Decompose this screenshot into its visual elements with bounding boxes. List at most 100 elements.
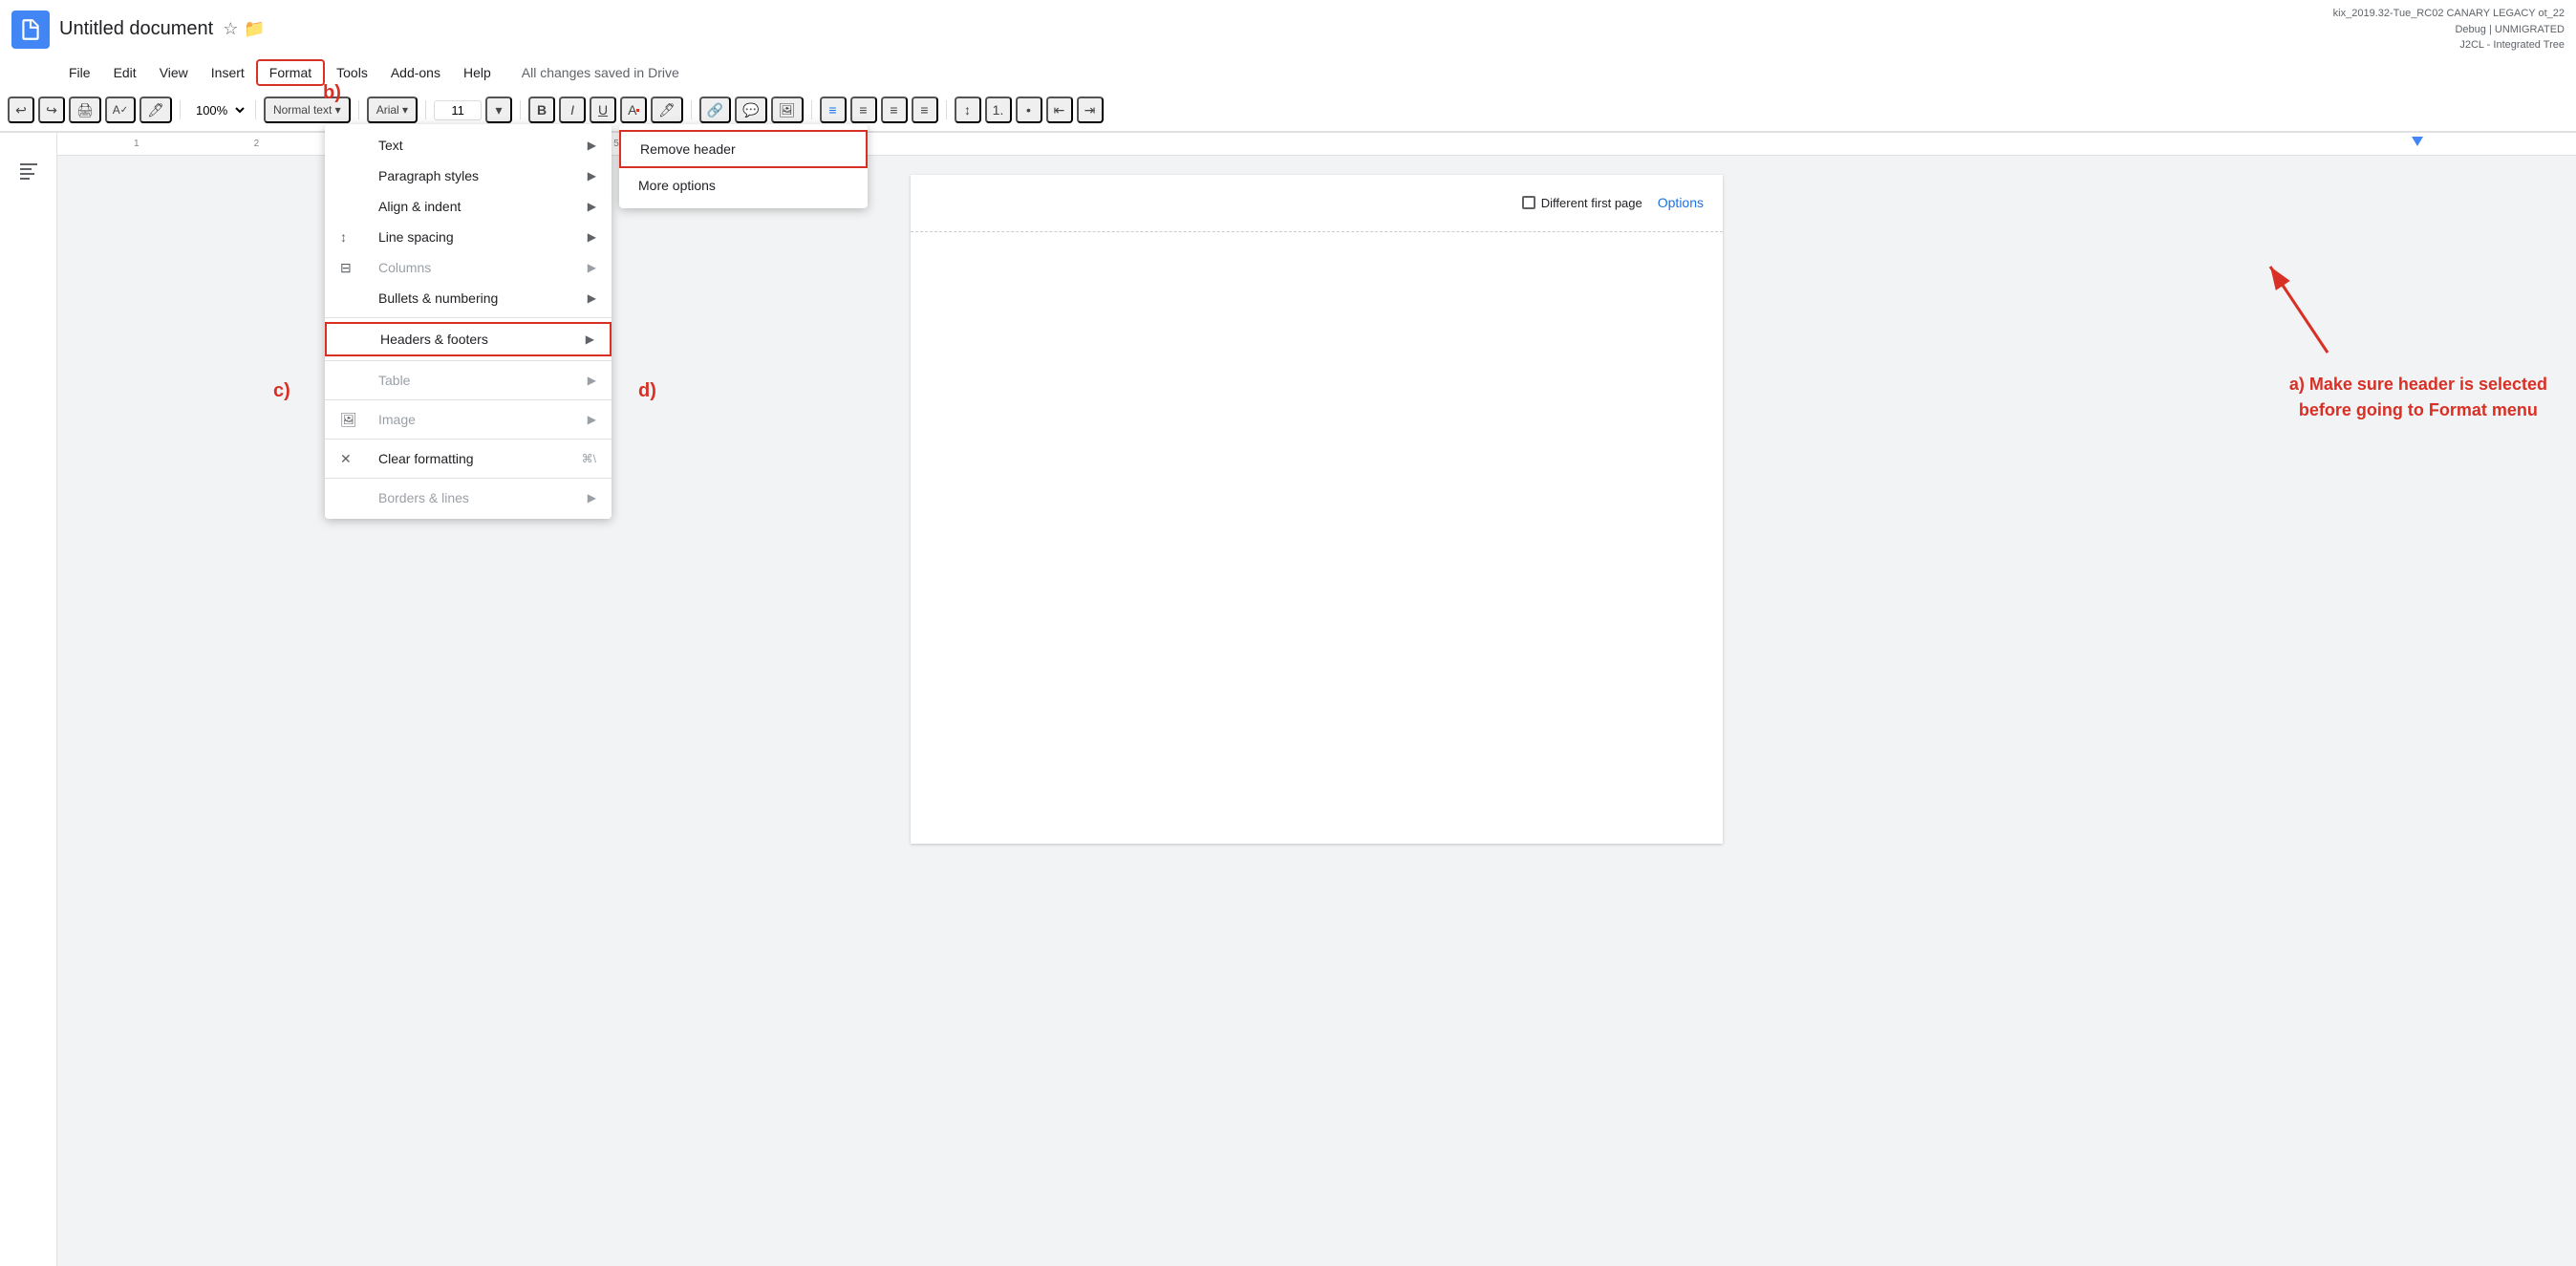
format-table-item[interactable]: Table ▶ xyxy=(325,365,612,396)
bold-button[interactable]: B xyxy=(528,97,555,123)
redo-button[interactable]: ↪ xyxy=(38,97,65,123)
more-options-label: More options xyxy=(638,178,716,193)
zoom-select[interactable]: 100% xyxy=(188,100,247,120)
options-link[interactable]: Options xyxy=(1658,195,1704,210)
toolbar-divider-5 xyxy=(520,100,521,119)
format-columns-item[interactable]: ⊟ Columns ▶ xyxy=(325,252,612,283)
header-options: Different first page Options xyxy=(1522,195,1704,210)
page-header-area: Different first page Options xyxy=(911,175,1723,232)
format-text-item[interactable]: Text ▶ xyxy=(325,130,612,161)
different-first-page-label: Different first page xyxy=(1541,196,1642,210)
toolbar-divider-7 xyxy=(811,100,812,119)
bullet-list-button[interactable]: • xyxy=(1016,97,1042,123)
print-button[interactable]: 🖨 xyxy=(69,97,101,123)
toolbar-divider-1 xyxy=(180,100,181,119)
format-align-item[interactable]: Align & indent ▶ xyxy=(325,191,612,222)
line-spacing-button[interactable]: ↕ xyxy=(955,97,981,123)
spellcheck-button[interactable]: A✓ xyxy=(105,97,136,123)
menu-divider-1 xyxy=(325,317,612,318)
different-first-page-control[interactable]: Different first page xyxy=(1522,196,1642,210)
align-justify-button[interactable]: ≡ xyxy=(912,97,938,123)
menu-format[interactable]: Format xyxy=(256,59,325,86)
remove-header-item[interactable]: Remove header xyxy=(619,130,868,168)
title-row: Untitled document ☆ 📁 kix_2019.32-Tue_RC… xyxy=(0,0,2576,55)
underline-button[interactable]: U xyxy=(590,97,616,123)
clear-format-icon: ✕ xyxy=(340,451,352,467)
menu-addons[interactable]: Add-ons xyxy=(379,61,452,84)
remove-header-label: Remove header xyxy=(640,141,736,157)
format-borders-label: Borders & lines xyxy=(378,490,469,505)
ruler-mark: 2 xyxy=(254,139,260,149)
comment-button[interactable]: 💬 xyxy=(735,97,766,123)
toolbar-divider-2 xyxy=(255,100,256,119)
ruler-marker xyxy=(2412,137,2423,146)
italic-button[interactable]: I xyxy=(559,97,586,123)
menu-file[interactable]: File xyxy=(57,61,102,84)
text-submenu-arrow: ▶ xyxy=(588,139,596,152)
image-icon: 🖼 xyxy=(340,412,357,428)
line-spacing-arrow: ▶ xyxy=(588,230,596,244)
format-columns-label: Columns xyxy=(378,260,431,275)
menu-edit[interactable]: Edit xyxy=(102,61,148,84)
format-clear-label: Clear formatting xyxy=(378,451,474,466)
sidebar-panel xyxy=(0,133,57,1266)
label-b: b) xyxy=(323,82,341,104)
align-left-button[interactable]: ≡ xyxy=(820,97,847,123)
bullets-arrow: ▶ xyxy=(588,291,596,305)
different-first-page-checkbox[interactable] xyxy=(1522,196,1535,209)
format-menu: Text ▶ Paragraph styles ▶ Align & indent… xyxy=(325,124,612,519)
more-options-item[interactable]: More options xyxy=(619,168,868,203)
format-borders-item[interactable]: Borders & lines ▶ xyxy=(325,483,612,513)
outline-icon-btn[interactable] xyxy=(10,152,48,190)
menu-insert[interactable]: Insert xyxy=(200,61,256,84)
format-headers-footers-label: Headers & footers xyxy=(380,332,488,347)
menu-tools[interactable]: Tools xyxy=(325,61,379,84)
folder-icon[interactable]: 📁 xyxy=(244,19,265,39)
align-center-button[interactable]: ≡ xyxy=(850,97,877,123)
title-icons: ☆ 📁 xyxy=(223,19,266,39)
star-icon[interactable]: ☆ xyxy=(223,19,238,39)
hf-submenu: Remove header More options xyxy=(619,124,868,208)
format-line-spacing-item[interactable]: ↕ Line spacing ▶ xyxy=(325,222,612,252)
font-size-dropdown[interactable]: ▾ xyxy=(485,97,512,123)
menu-divider-2 xyxy=(325,360,612,361)
numbered-list-button[interactable]: 1. xyxy=(985,97,1012,123)
menu-divider-3 xyxy=(325,399,612,400)
menu-help[interactable]: Help xyxy=(452,61,503,84)
toolbar-divider-8 xyxy=(946,100,947,119)
format-bullets-item[interactable]: Bullets & numbering ▶ xyxy=(325,283,612,313)
highlight-button[interactable]: 🖊 xyxy=(651,97,683,123)
menu-bar: File Edit View Insert Format Tools Add-o… xyxy=(0,55,2576,90)
indent-decrease-button[interactable]: ⇤ xyxy=(1046,97,1073,123)
table-arrow: ▶ xyxy=(588,374,596,387)
doc-icon xyxy=(11,11,50,49)
format-paragraph-styles-item[interactable]: Paragraph styles ▶ xyxy=(325,161,612,191)
image-arrow: ▶ xyxy=(588,413,596,426)
link-button[interactable]: 🔗 xyxy=(699,97,731,123)
format-image-item[interactable]: 🖼 Image ▶ xyxy=(325,404,612,435)
align-right-button[interactable]: ≡ xyxy=(881,97,908,123)
columns-arrow: ▶ xyxy=(588,261,596,274)
format-headers-footers-item[interactable]: Headers & footers ▶ xyxy=(325,322,612,356)
font-size-box[interactable]: 11 xyxy=(434,100,482,120)
document-page: Different first page Options xyxy=(911,175,1723,844)
toolbar-divider-4 xyxy=(425,100,426,119)
image-button[interactable]: 🖼 xyxy=(771,97,804,123)
undo-button[interactable]: ↩ xyxy=(8,97,34,123)
format-paragraph-styles-label: Paragraph styles xyxy=(378,168,479,183)
page-body xyxy=(911,232,1723,710)
outline-svg xyxy=(17,160,40,182)
indent-increase-button[interactable]: ⇥ xyxy=(1077,97,1104,123)
format-clear-item[interactable]: ✕ Clear formatting ⌘\ xyxy=(325,443,612,474)
save-status: All changes saved in Drive xyxy=(522,65,679,80)
format-bullets-label: Bullets & numbering xyxy=(378,290,498,306)
ruler-mark: 1 xyxy=(134,139,140,149)
doc-svg-icon xyxy=(18,17,43,42)
format-table-label: Table xyxy=(378,373,410,388)
font-name-button[interactable]: Arial ▾ xyxy=(367,97,418,123)
format-align-label: Align & indent xyxy=(378,199,461,214)
menu-view[interactable]: View xyxy=(148,61,200,84)
text-color-button[interactable]: A xyxy=(620,97,647,123)
headers-footers-arrow: ▶ xyxy=(586,333,594,346)
paint-format-button[interactable]: 🖊 xyxy=(140,97,172,123)
